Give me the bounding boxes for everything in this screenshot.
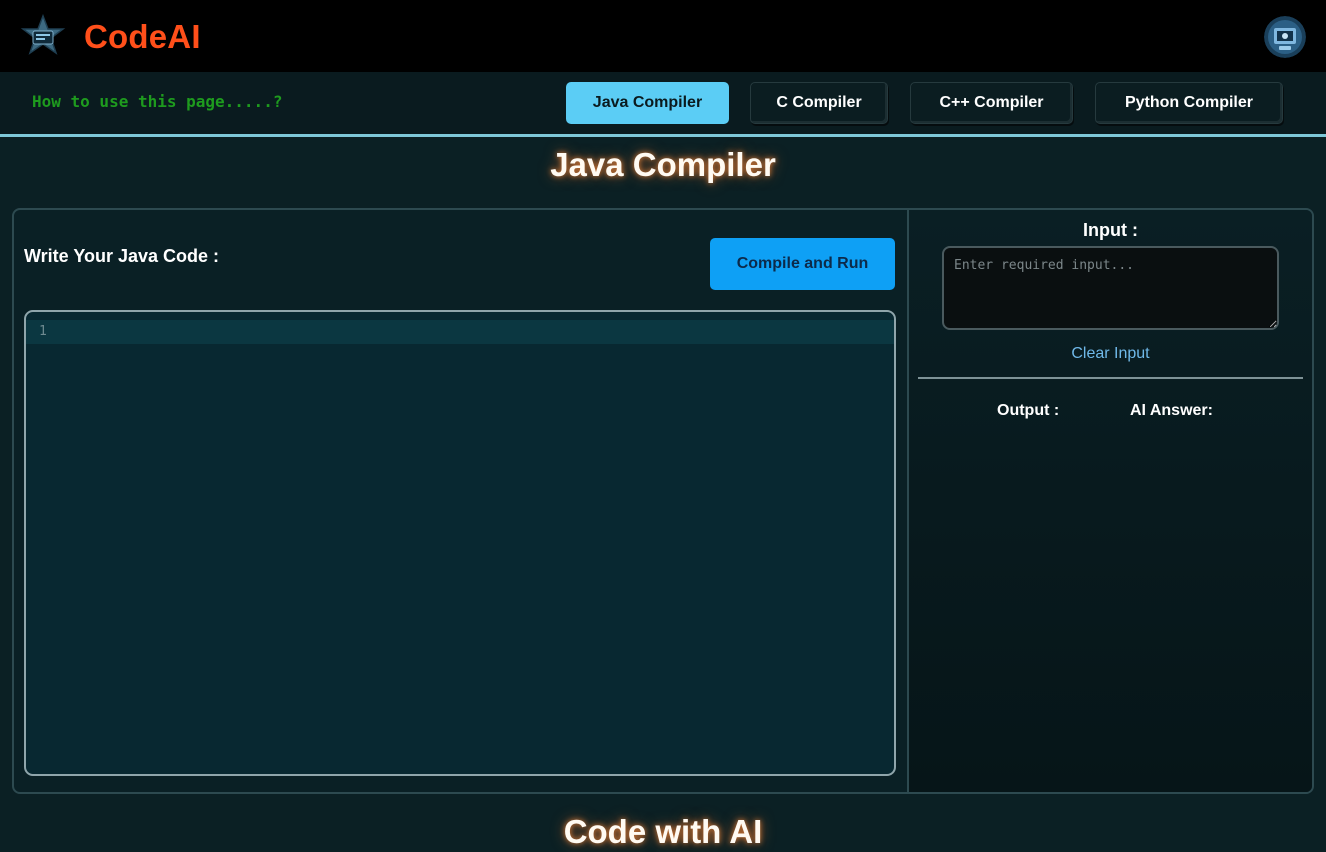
ai-answer-label: AI Answer: — [1130, 402, 1213, 419]
code-label: Write Your Java Code : — [24, 246, 220, 266]
page-title: Java Compiler — [550, 146, 776, 183]
tab-c-compiler[interactable]: C Compiler — [750, 82, 888, 124]
star-code-logo-icon[interactable] — [20, 14, 66, 60]
input-label: Input : — [1083, 220, 1138, 240]
pane-divider — [907, 210, 909, 792]
compile-and-run-button[interactable]: Compile and Run — [710, 238, 895, 290]
output-label: Output : — [997, 402, 1060, 419]
tab-java-compiler[interactable]: Java Compiler — [566, 82, 729, 124]
active-line-highlight — [26, 320, 894, 344]
tab-cpp-compiler[interactable]: C++ Compiler — [910, 82, 1073, 124]
io-divider — [918, 377, 1303, 379]
user-avatar-icon[interactable] — [1264, 16, 1306, 58]
compiler-nav: How to use this page.....? Java Compiler… — [0, 72, 1326, 137]
line-number: 1 — [39, 324, 47, 339]
brand-name[interactable]: CodeAI — [84, 18, 201, 56]
program-input-field[interactable] — [942, 246, 1279, 330]
top-bar: CodeAI — [0, 0, 1326, 72]
clear-input-link[interactable]: Clear Input — [909, 345, 1312, 363]
tab-python-compiler[interactable]: Python Compiler — [1095, 82, 1283, 124]
compiler-panel: Write Your Java Code : Compile and Run 1… — [12, 208, 1314, 794]
section-heading: Code with AI — [563, 813, 763, 850]
how-to-use-link[interactable]: How to use this page.....? — [32, 92, 282, 111]
code-editor[interactable]: 1 — [24, 310, 896, 776]
